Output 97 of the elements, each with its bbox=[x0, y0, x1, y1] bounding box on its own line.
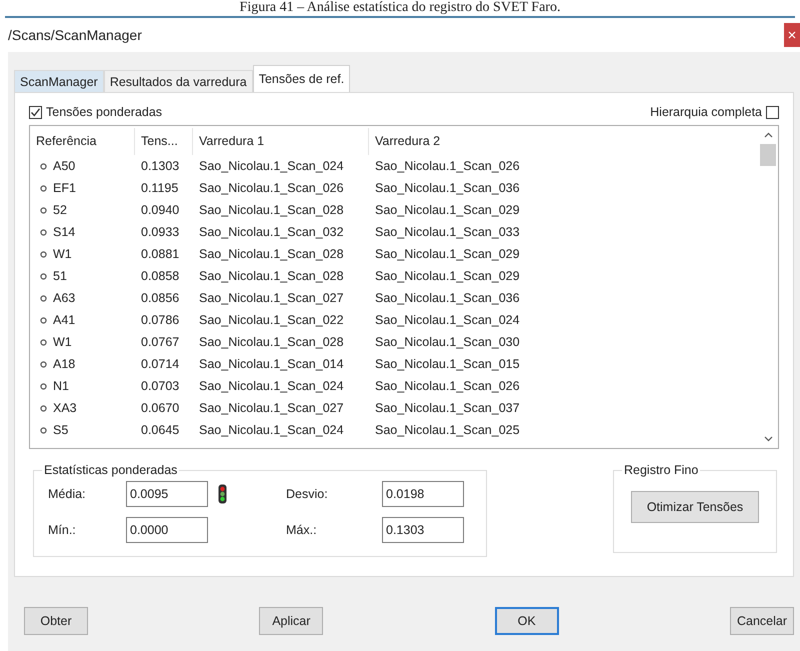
table-cell: W1 bbox=[53, 247, 72, 261]
field-label: Desvio: bbox=[285, 487, 329, 501]
point-icon bbox=[40, 382, 47, 390]
point-icon bbox=[40, 184, 47, 192]
table-cell-text: 0.0767 bbox=[140, 335, 180, 349]
point-icon bbox=[40, 404, 47, 412]
table-cell-text: 0.0786 bbox=[140, 313, 180, 327]
table-cell-text: 0.1195 bbox=[140, 181, 180, 195]
scroll-down-icon[interactable] bbox=[764, 436, 772, 442]
weighted-checkbox[interactable]: Tensões ponderadas bbox=[29, 105, 162, 119]
point-icon bbox=[40, 206, 47, 214]
close-icon bbox=[788, 31, 796, 39]
table-cell: N1 bbox=[53, 379, 69, 393]
value-field[interactable]: 0.0095 bbox=[126, 481, 208, 507]
field-label: Mín.: bbox=[47, 523, 77, 537]
table-cell-text: Sao_Nicolau.1_Scan_037 bbox=[374, 401, 521, 415]
table-cell-text: Sao_Nicolau.1_Scan_028 bbox=[198, 335, 345, 349]
group-title: Registro Fino bbox=[623, 463, 700, 477]
table-cell-text: Sao_Nicolau.1_Scan_026 bbox=[374, 379, 521, 393]
table-cell-text: Sao_Nicolau.1_Scan_024 bbox=[198, 379, 345, 393]
dialog-button[interactable]: Obter bbox=[24, 607, 88, 635]
point-icon bbox=[40, 338, 47, 346]
point-icon bbox=[40, 162, 47, 170]
table-cell-text: Sao_Nicolau.1_Scan_026 bbox=[374, 159, 521, 173]
tab[interactable]: Resultados da varredura bbox=[104, 70, 253, 92]
dialog-button[interactable]: OK bbox=[494, 607, 559, 635]
point-icon bbox=[40, 272, 47, 280]
table-cell-text: 0.0856 bbox=[140, 291, 180, 305]
scroll-thumb[interactable] bbox=[760, 144, 776, 166]
table-cell-text: 0.0670 bbox=[140, 401, 180, 415]
dialog-button[interactable]: Aplicar bbox=[259, 607, 324, 635]
value-field[interactable]: 0.0000 bbox=[126, 517, 208, 543]
table-cell: S5 bbox=[53, 423, 68, 437]
table-cell-text: 0.0933 bbox=[140, 225, 180, 239]
table-cell: A50 bbox=[53, 159, 76, 173]
table-cell-text: Sao_Nicolau.1_Scan_025 bbox=[374, 423, 521, 437]
dialog-button[interactable]: Cancelar bbox=[730, 607, 794, 635]
value-field[interactable]: 0.1303 bbox=[382, 517, 464, 543]
group-title: Estatísticas ponderadas bbox=[43, 463, 178, 477]
table-cell-text: Sao_Nicolau.1_Scan_028 bbox=[198, 203, 345, 217]
tab[interactable]: ScanManager bbox=[14, 70, 104, 92]
table-cell-text: Sao_Nicolau.1_Scan_029 bbox=[374, 203, 521, 217]
table-cell-text: Sao_Nicolau.1_Scan_032 bbox=[198, 225, 345, 239]
point-icon bbox=[40, 426, 47, 434]
point-icon bbox=[40, 250, 47, 258]
scroll-up-icon[interactable] bbox=[764, 132, 772, 138]
table-cell-text: Sao_Nicolau.1_Scan_029 bbox=[374, 247, 521, 261]
table-cell-text: Sao_Nicolau.1_Scan_036 bbox=[374, 181, 521, 195]
point-icon bbox=[40, 316, 47, 324]
table-cell-text: Sao_Nicolau.1_Scan_024 bbox=[374, 313, 521, 327]
table-cell: A18 bbox=[53, 357, 76, 371]
table-cell-text: 0.0881 bbox=[140, 247, 180, 261]
close-button[interactable] bbox=[784, 23, 800, 47]
column-header[interactable]: Varredura 2 bbox=[369, 128, 569, 155]
column-header[interactable]: Varredura 1 bbox=[193, 128, 369, 155]
table-cell-text: 0.1303 bbox=[140, 159, 180, 173]
table-cell-text: Sao_Nicolau.1_Scan_028 bbox=[198, 247, 345, 261]
table-cell-text: 0.0858 bbox=[140, 269, 180, 283]
optimize-button[interactable]: Otimizar Tensões bbox=[631, 491, 759, 523]
table-cell-text: Sao_Nicolau.1_Scan_024 bbox=[198, 423, 345, 437]
value-field[interactable]: 0.0198 bbox=[382, 481, 464, 507]
table-cell: A41 bbox=[53, 313, 76, 327]
table-cell-text: Sao_Nicolau.1_Scan_029 bbox=[374, 269, 521, 283]
table-cell-text: Sao_Nicolau.1_Scan_022 bbox=[198, 313, 345, 327]
field-label: Máx.: bbox=[285, 523, 318, 537]
table-cell-text: Sao_Nicolau.1_Scan_027 bbox=[198, 401, 345, 415]
traffic-light-icon bbox=[218, 484, 227, 504]
table-cell: S14 bbox=[53, 225, 76, 239]
table-cell-text: Sao_Nicolau.1_Scan_026 bbox=[198, 181, 345, 195]
full-hierarchy-checkbox[interactable]: Hierarquia completa bbox=[650, 105, 779, 119]
field-label: Média: bbox=[47, 487, 87, 501]
check-icon bbox=[30, 106, 41, 118]
table-cell-text: 0.0714 bbox=[140, 357, 180, 371]
table-cell-text: Sao_Nicolau.1_Scan_028 bbox=[198, 269, 345, 283]
tab[interactable]: Tensões de ref. bbox=[252, 65, 350, 92]
table-cell-text: Sao_Nicolau.1_Scan_027 bbox=[198, 291, 345, 305]
table-cell: W1 bbox=[53, 335, 72, 349]
window-title: /Scans/ScanManager bbox=[7, 27, 142, 43]
point-icon bbox=[40, 228, 47, 236]
table-cell-text: Sao_Nicolau.1_Scan_015 bbox=[374, 357, 521, 371]
point-icon bbox=[40, 360, 47, 368]
table-cell-text: Sao_Nicolau.1_Scan_024 bbox=[198, 159, 345, 173]
table-cell-text: 0.0940 bbox=[140, 203, 180, 217]
table-cell-text: 0.0645 bbox=[140, 423, 180, 437]
table-cell-text: Sao_Nicolau.1_Scan_014 bbox=[198, 357, 345, 371]
table-cell-text: Sao_Nicolau.1_Scan_030 bbox=[374, 335, 521, 349]
table-cell-text: Sao_Nicolau.1_Scan_036 bbox=[374, 291, 521, 305]
column-header[interactable]: Referência bbox=[30, 128, 135, 155]
table-cell: 52 bbox=[53, 203, 67, 217]
table-cell: 51 bbox=[53, 269, 67, 283]
table-cell: XA3 bbox=[53, 401, 77, 415]
table-cell-text: 0.0703 bbox=[140, 379, 180, 393]
point-icon bbox=[40, 294, 47, 302]
table-cell: EF1 bbox=[53, 181, 76, 195]
column-header[interactable]: Tens... bbox=[135, 128, 193, 155]
table-cell: A63 bbox=[53, 291, 76, 305]
table-cell-text: Sao_Nicolau.1_Scan_033 bbox=[374, 225, 521, 239]
